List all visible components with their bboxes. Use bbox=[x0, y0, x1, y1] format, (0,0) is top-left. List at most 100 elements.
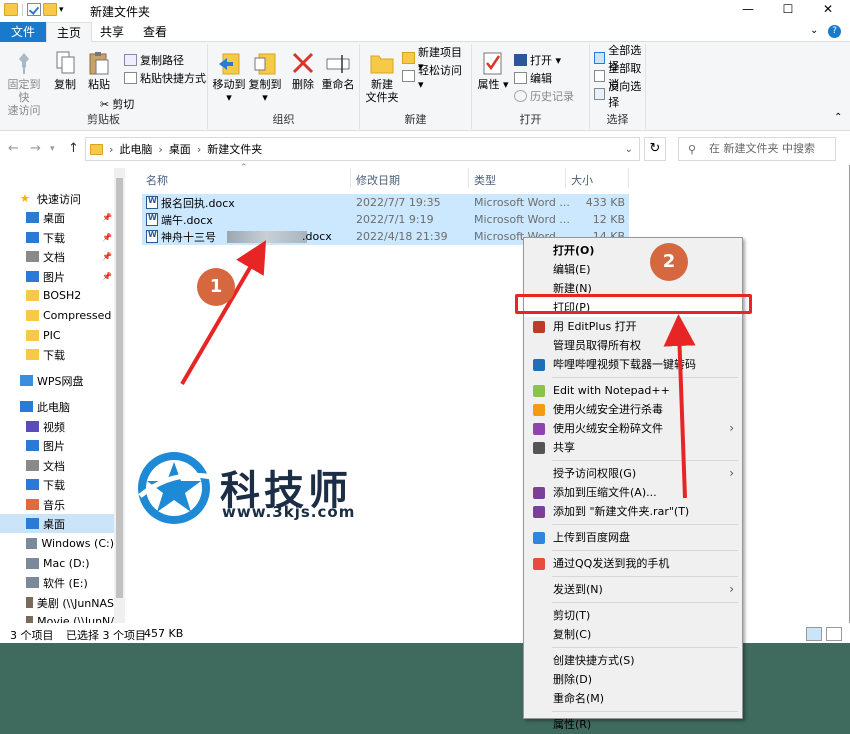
pin-quick-access-button[interactable]: 固定到快 速访问 bbox=[4, 50, 44, 117]
open-button[interactable]: 打开 ▾ bbox=[514, 52, 561, 68]
details-view-icon[interactable] bbox=[806, 627, 822, 641]
menu-item[interactable]: 管理员取得所有权 bbox=[524, 336, 742, 355]
column-header-type[interactable]: 类型 bbox=[474, 172, 496, 188]
menu-item[interactable]: 重命名(M) bbox=[524, 689, 742, 708]
nav-item[interactable]: BOSH2 bbox=[0, 286, 114, 305]
delete-button[interactable]: 删除 bbox=[288, 50, 318, 91]
move-to-button[interactable]: 移动到 ▾ bbox=[212, 50, 246, 104]
easy-access-button[interactable]: 轻松访问 ▾ bbox=[402, 64, 471, 91]
column-header-name[interactable]: 名称 bbox=[146, 172, 168, 188]
nav-item[interactable]: Compressed bbox=[0, 306, 114, 325]
tab-file[interactable]: 文件 bbox=[0, 22, 46, 42]
nav-item[interactable]: 图片 bbox=[0, 436, 114, 455]
star-icon: ★ bbox=[20, 192, 30, 205]
navigation-pane: ★ 快速访问 桌面 📌 下载 📌 文档 📌 图片 📌 BOSH2 Compressed PIC 下载 WPS… bbox=[0, 168, 125, 628]
menu-item[interactable]: 剪切(T) bbox=[524, 606, 742, 625]
edit-button[interactable]: 编辑 bbox=[514, 70, 552, 86]
menu-item[interactable]: 添加到 "新建文件夹.rar"(T) bbox=[524, 502, 742, 521]
help-icon[interactable]: ? bbox=[828, 25, 841, 38]
menu-item[interactable]: 编辑(E) bbox=[524, 260, 742, 279]
nav-item[interactable]: 下载 bbox=[0, 475, 114, 494]
search-input[interactable]: 在 新建文件夹 中搜索 bbox=[678, 137, 836, 161]
nav-scrollbar[interactable] bbox=[114, 168, 125, 623]
invert-selection-button[interactable]: 反向选择 bbox=[594, 80, 645, 109]
menu-item[interactable]: 授予访问权限(G) › bbox=[524, 464, 742, 483]
forward-arrow-icon[interactable]: → bbox=[30, 141, 41, 156]
tab-home[interactable]: 主页 bbox=[46, 22, 93, 42]
nav-item[interactable]: WPS网盘 bbox=[0, 371, 114, 390]
menu-item[interactable]: 共享 bbox=[524, 438, 742, 457]
nav-item[interactable]: 图片 📌 bbox=[0, 267, 114, 286]
nav-item[interactable]: 下载 📌 bbox=[0, 228, 114, 247]
address-box[interactable]: › 此电脑 › 桌面 › 新建文件夹 ⌄ bbox=[85, 137, 640, 161]
menu-item-label: 重命名(M) bbox=[553, 692, 605, 705]
breadcrumb-chevron-icon[interactable]: › bbox=[197, 143, 201, 156]
menu-item[interactable]: 打开(O) bbox=[524, 241, 742, 260]
breadcrumb-new-folder[interactable]: 新建文件夹 bbox=[207, 141, 262, 157]
menu-item[interactable]: 使用火绒安全进行杀毒 bbox=[524, 400, 742, 419]
tab-share[interactable]: 共享 bbox=[90, 22, 134, 42]
nav-item[interactable]: 此电脑 bbox=[0, 397, 114, 416]
customize-toolbar-icon[interactable]: ▾ bbox=[59, 5, 64, 15]
menu-item[interactable]: 通过QQ发送到我的手机 bbox=[524, 554, 742, 573]
menu-item[interactable]: 删除(D) bbox=[524, 670, 742, 689]
expand-ribbon-icon[interactable]: ⌄ bbox=[810, 25, 818, 36]
collapse-ribbon-icon[interactable]: ⌃ bbox=[834, 112, 842, 123]
copy-button[interactable]: 复制 bbox=[48, 50, 82, 91]
nav-item[interactable]: 软件 (E:) bbox=[0, 573, 114, 592]
menu-item[interactable]: Edit with Notepad++ bbox=[524, 381, 742, 400]
file-row[interactable]: 报名回执.docx 2022/7/7 19:35 Microsoft Word … bbox=[142, 194, 629, 211]
properties-button[interactable]: 属性 ▾ bbox=[476, 50, 510, 91]
column-header-date[interactable]: 修改日期 bbox=[356, 172, 400, 188]
pinned-icon: 📌 bbox=[102, 233, 112, 242]
breadcrumb-desktop[interactable]: 桌面 bbox=[169, 141, 191, 157]
large-icons-view-icon[interactable] bbox=[826, 627, 842, 641]
nav-item[interactable]: 视频 bbox=[0, 417, 114, 436]
menu-item[interactable]: 上传到百度网盘 bbox=[524, 528, 742, 547]
nav-item[interactable]: 下载 bbox=[0, 345, 114, 364]
tab-view[interactable]: 查看 bbox=[133, 22, 177, 42]
paste-shortcut-button[interactable]: 粘贴快捷方式 bbox=[124, 70, 206, 86]
new-folder-icon[interactable] bbox=[43, 3, 57, 16]
breadcrumb-chevron-icon[interactable]: › bbox=[158, 143, 162, 156]
nav-item[interactable]: Windows (C:) bbox=[0, 534, 114, 553]
recent-dropdown-icon[interactable]: ▾ bbox=[50, 144, 55, 154]
nav-item[interactable]: 美剧 (\\JunNAS bbox=[0, 593, 114, 612]
nav-item[interactable]: Mac (D:) bbox=[0, 554, 114, 573]
rename-button[interactable]: 重命名 bbox=[320, 50, 356, 91]
file-row[interactable]: 端午.docx 2022/7/1 9:19 Microsoft Word ...… bbox=[142, 211, 629, 228]
column-header-size[interactable]: 大小 bbox=[571, 172, 593, 188]
nav-item[interactable]: 桌面 📌 bbox=[0, 208, 114, 227]
nav-item[interactable]: 桌面 bbox=[0, 514, 114, 533]
address-dropdown-icon[interactable]: ⌄ bbox=[625, 144, 633, 155]
new-folder-button[interactable]: 新建 文件夹 bbox=[364, 50, 400, 104]
menu-item[interactable]: 发送到(N) › bbox=[524, 580, 742, 599]
minimize-button[interactable]: — bbox=[728, 0, 768, 20]
copy-to-button[interactable]: 复制到 ▾ bbox=[248, 50, 282, 104]
menu-item[interactable]: 创建快捷方式(S) bbox=[524, 651, 742, 670]
back-arrow-icon[interactable]: ← bbox=[8, 141, 19, 156]
breadcrumb-this-pc[interactable]: 此电脑 bbox=[119, 141, 152, 157]
nav-item[interactable]: 音乐 bbox=[0, 495, 114, 514]
history-button[interactable]: 历史记录 bbox=[514, 88, 574, 104]
cut-button[interactable]: ✂ 剪切 bbox=[100, 96, 134, 112]
menu-item[interactable]: 使用火绒安全粉碎文件 › bbox=[524, 419, 742, 438]
menu-item-label: Edit with Notepad++ bbox=[553, 384, 670, 397]
copy-path-button[interactable]: 复制路径 bbox=[124, 52, 184, 68]
maximize-button[interactable]: ☐ bbox=[768, 0, 808, 20]
breadcrumb-chevron-icon[interactable]: › bbox=[109, 143, 113, 156]
properties-icon[interactable] bbox=[27, 3, 41, 16]
menu-item[interactable]: 属性(R) bbox=[524, 715, 742, 734]
nav-item[interactable]: 文档 bbox=[0, 456, 114, 475]
nav-item[interactable]: PIC bbox=[0, 326, 114, 345]
close-button[interactable]: ✕ bbox=[808, 0, 848, 20]
menu-item[interactable]: 复制(C) bbox=[524, 625, 742, 644]
menu-item[interactable]: 用 EditPlus 打开 bbox=[524, 317, 742, 336]
nav-item[interactable]: 文档 📌 bbox=[0, 247, 114, 266]
menu-item[interactable]: 哔哩哔哩视频下载器一键转码 bbox=[524, 355, 742, 374]
up-arrow-icon[interactable]: ↑ bbox=[68, 141, 79, 156]
refresh-button[interactable]: ↻ bbox=[644, 137, 666, 161]
nav-item[interactable]: ★ 快速访问 bbox=[0, 189, 114, 208]
menu-item[interactable]: 添加到压缩文件(A)... bbox=[524, 483, 742, 502]
paste-button[interactable]: 粘贴 bbox=[84, 50, 114, 91]
